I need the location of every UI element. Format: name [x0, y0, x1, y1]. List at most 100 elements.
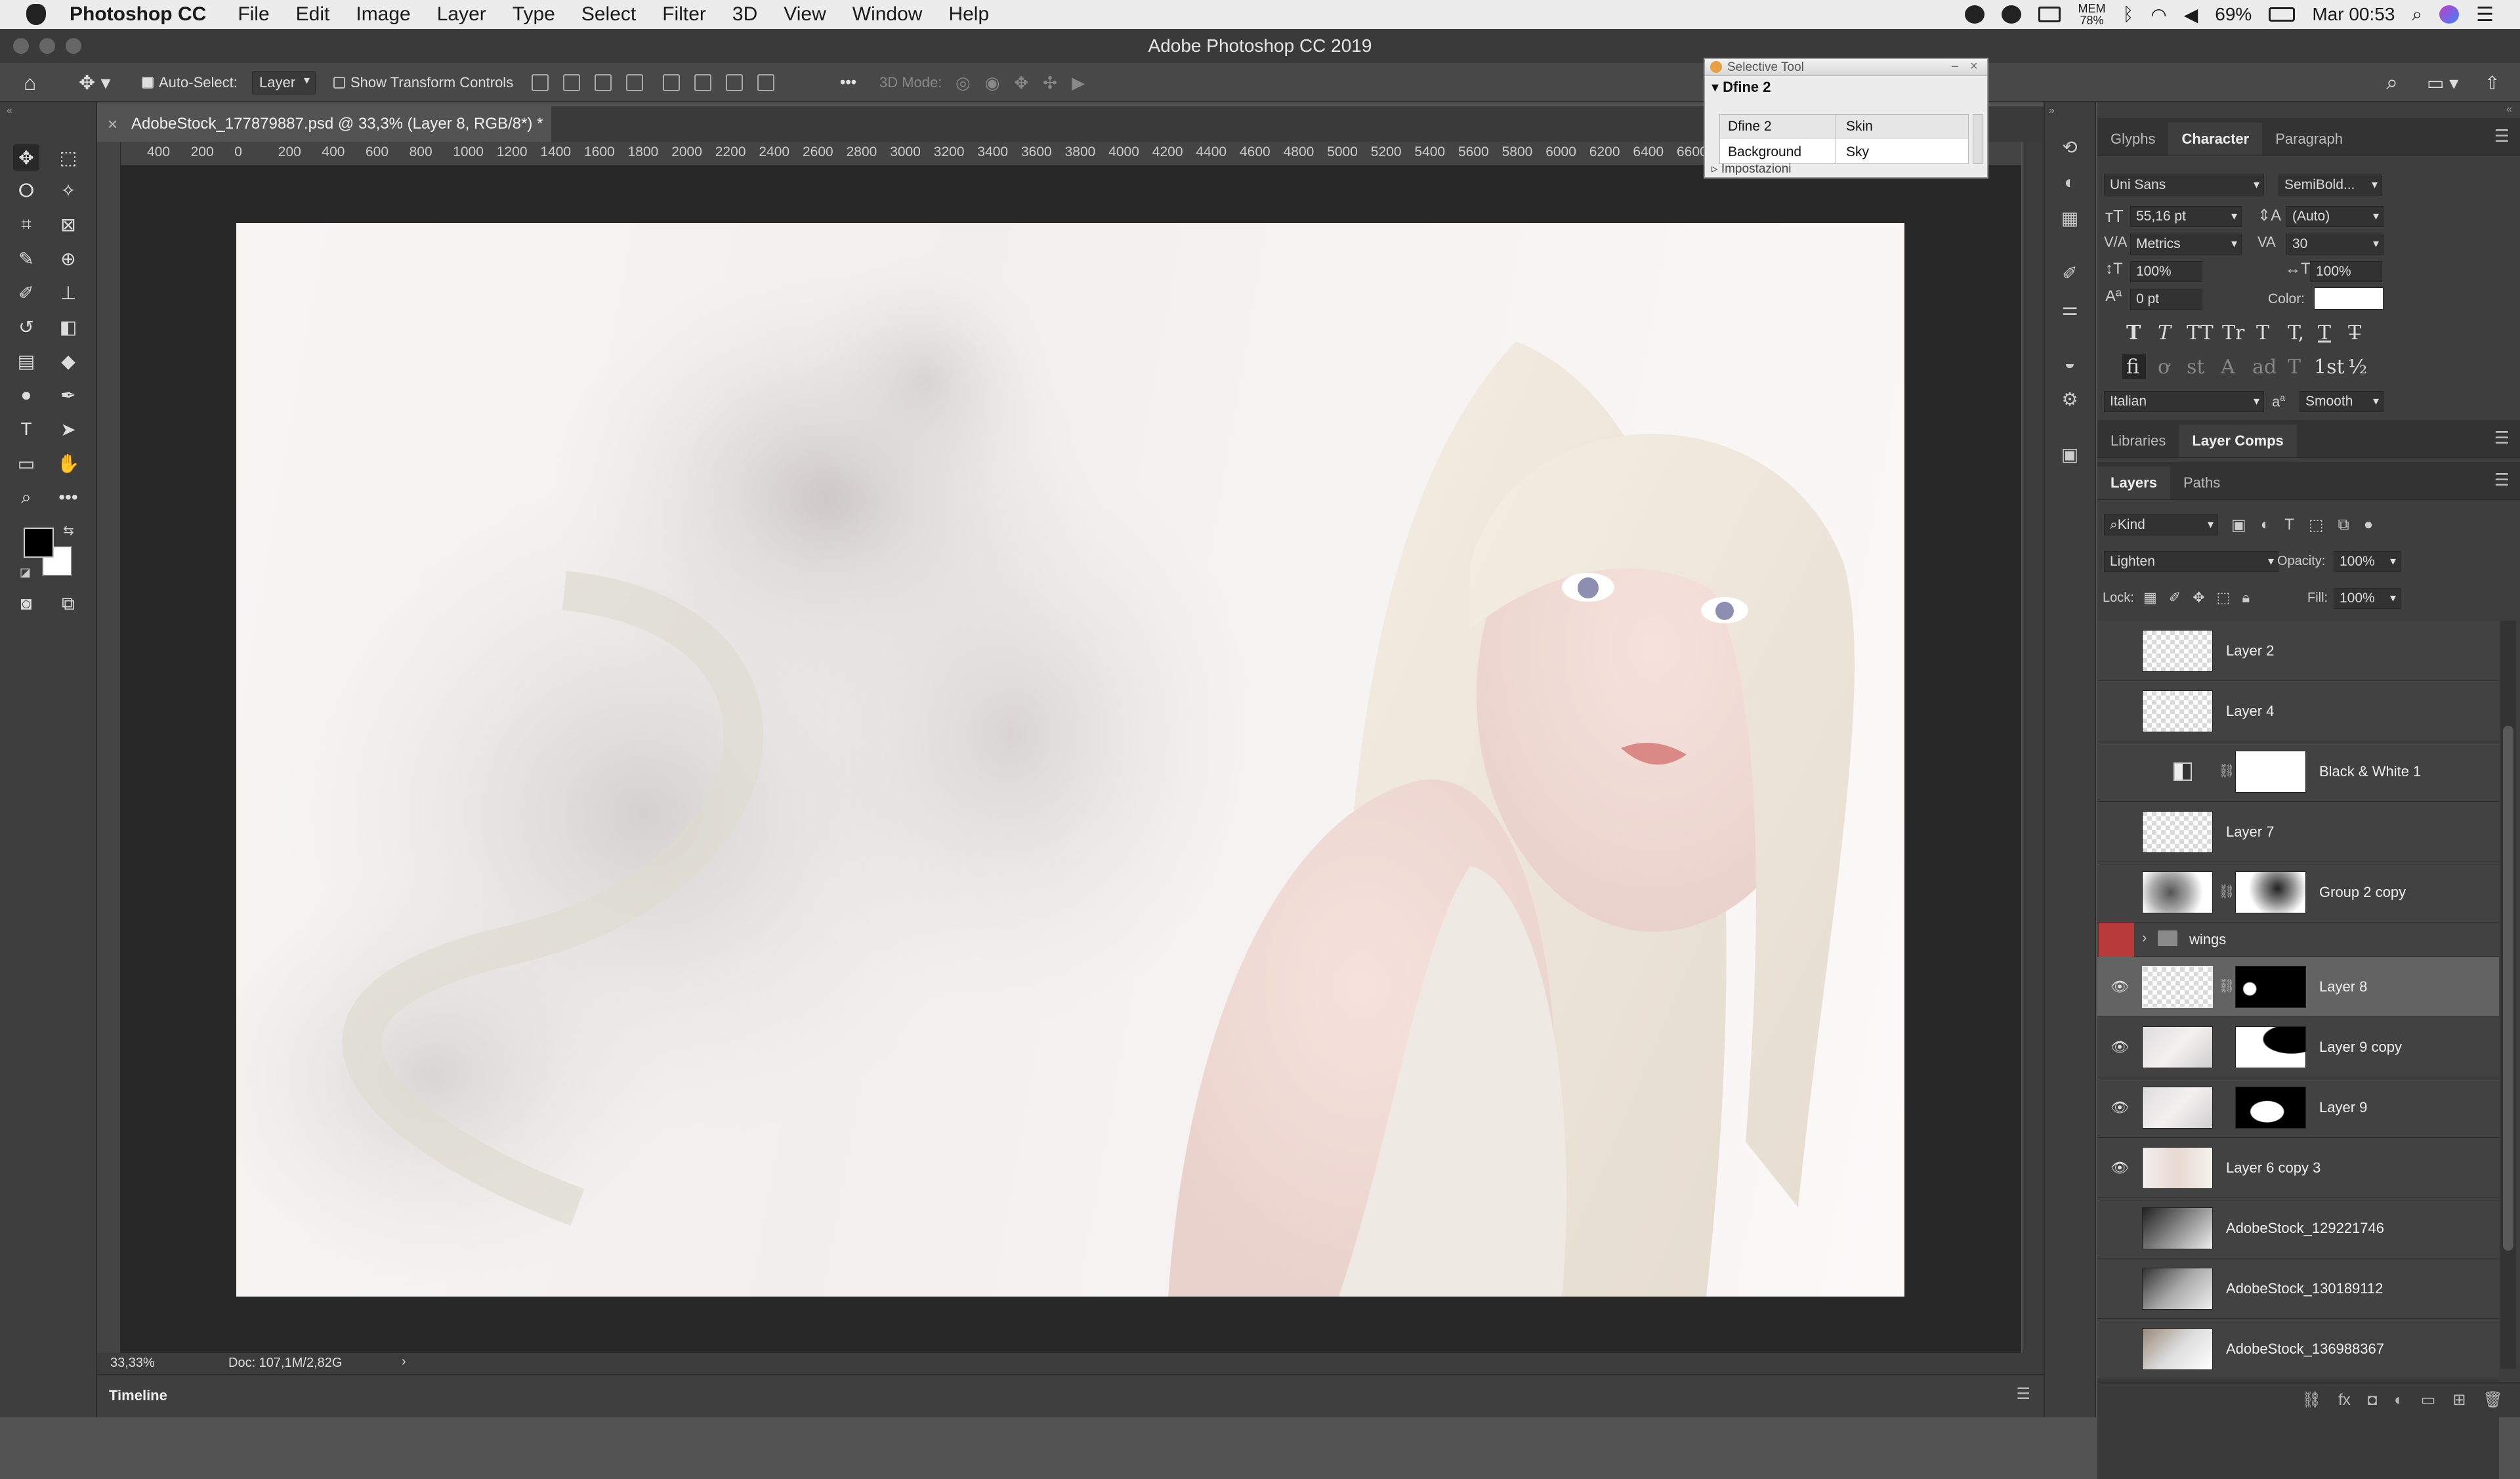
- impostazioni-toggle[interactable]: ▹ Impostazioni: [1712, 161, 1792, 177]
- styles-panel-icon[interactable]: ◒: [2058, 352, 2082, 375]
- screen-mode-icon[interactable]: ⧉: [55, 591, 81, 617]
- faux-bold-button[interactable]: T: [2126, 322, 2141, 344]
- selective-tool-titlebar[interactable]: Selective Tool – ×: [1705, 59, 1987, 76]
- visibility-toggle[interactable]: [2107, 741, 2133, 802]
- visibility-toggle[interactable]: [2107, 802, 2133, 862]
- distribute-icon[interactable]: [626, 74, 643, 91]
- layer-row[interactable]: 👁︎ Layer 9 copy: [2097, 1017, 2499, 1077]
- close-document-icon[interactable]: ×: [108, 114, 117, 135]
- history-brush-tool-icon[interactable]: ↺: [13, 314, 39, 340]
- 3d-orbit-icon[interactable]: ◎: [956, 73, 971, 93]
- 3d-camera-icon[interactable]: ▶: [1072, 73, 1085, 93]
- visibility-toggle[interactable]: 👁︎: [2107, 1017, 2133, 1077]
- plugin-panel-icon[interactable]: ▣: [2058, 442, 2082, 466]
- small-caps-button[interactable]: Tr: [2222, 322, 2244, 344]
- horizontal-scale-field[interactable]: 100%: [2310, 261, 2382, 282]
- font-style-select[interactable]: SemiBold...: [2278, 175, 2382, 196]
- ordinals-button[interactable]: 1st: [2314, 356, 2345, 379]
- lasso-tool-icon[interactable]: ⵔ: [13, 177, 39, 203]
- layer-thumbnail[interactable]: [2142, 1087, 2213, 1129]
- history-panel-icon[interactable]: ⟲: [2058, 135, 2082, 159]
- lock-transparent-icon[interactable]: ▦: [2143, 589, 2157, 606]
- visibility-toggle[interactable]: [2107, 621, 2133, 681]
- bluetooth-icon[interactable]: ᛒ: [2122, 4, 2133, 25]
- creative-cloud-icon[interactable]: [2002, 5, 2022, 24]
- show-transform-check[interactable]: [333, 77, 345, 89]
- dodge-tool-icon[interactable]: ●: [13, 382, 39, 408]
- layer-mask-thumbnail[interactable]: [2235, 871, 2306, 913]
- search-icon[interactable]: ⌕: [2386, 63, 2398, 102]
- layer-thumbnail[interactable]: [2142, 871, 2213, 913]
- brushes-panel-icon[interactable]: ✐: [2058, 261, 2082, 285]
- layer-row[interactable]: Layer 4: [2097, 681, 2499, 741]
- strikethrough-button[interactable]: T̶: [2348, 322, 2361, 344]
- menu-help[interactable]: Help: [948, 3, 989, 26]
- tracking-field[interactable]: 30: [2286, 234, 2384, 255]
- layer-row[interactable]: 👁︎ Layer 6 copy 3: [2097, 1138, 2499, 1198]
- rectangle-tool-icon[interactable]: ▭: [13, 450, 39, 476]
- visibility-toggle[interactable]: [2107, 1319, 2133, 1379]
- siri-icon[interactable]: [2439, 5, 2460, 24]
- layer-thumbnail[interactable]: [2142, 1207, 2213, 1249]
- tab-layer-comps[interactable]: Layer Comps: [2179, 425, 2297, 457]
- old-style-button[interactable]: ơ: [2158, 356, 2170, 379]
- layer-name[interactable]: wings: [2189, 923, 2226, 957]
- group-expand-chevron[interactable]: ›: [2142, 929, 2147, 946]
- visibility-toggle[interactable]: 👁︎: [2107, 1077, 2133, 1138]
- clone-stamp-tool-icon[interactable]: ⊥: [55, 280, 81, 306]
- align-bottom-icon[interactable]: [726, 74, 743, 91]
- layer-name[interactable]: Layer 9: [2319, 1077, 2367, 1138]
- timeline-tab[interactable]: Timeline: [109, 1387, 167, 1404]
- collapse-panels-icon[interactable]: «: [2506, 104, 2512, 115]
- lock-all-icon[interactable]: 🔒︎: [2242, 589, 2250, 606]
- menu-select[interactable]: Select: [581, 3, 636, 26]
- crop-tool-icon[interactable]: ⌗: [13, 211, 39, 238]
- swap-colors-icon[interactable]: ⇆: [63, 522, 74, 539]
- layer-name[interactable]: Layer 9 copy: [2319, 1017, 2402, 1077]
- selective-tool-close[interactable]: ×: [1970, 59, 1978, 74]
- properties-panel-icon[interactable]: ⚙: [2058, 387, 2082, 411]
- quick-mask-icon[interactable]: ◙: [13, 591, 39, 617]
- auto-select-value[interactable]: Layer: [252, 71, 316, 94]
- filter-type-icon[interactable]: T: [2284, 516, 2294, 535]
- layer-name[interactable]: Layer 2: [2226, 621, 2274, 681]
- 3d-roll-icon[interactable]: ◉: [985, 73, 1000, 93]
- edit-toolbar-icon[interactable]: •••: [55, 484, 81, 510]
- underline-button[interactable]: T: [2318, 322, 2331, 344]
- fractions-button[interactable]: ½: [2348, 356, 2367, 379]
- frame-tool-icon[interactable]: ⊠: [55, 211, 81, 238]
- faux-italic-button[interactable]: T: [2158, 322, 2171, 344]
- filter-toggle-icon[interactable]: ●: [2364, 516, 2374, 535]
- swash-button[interactable]: A: [2221, 356, 2235, 379]
- ligatures-button[interactable]: fi: [2126, 356, 2139, 379]
- layer-row[interactable]: ⛓ Group 2 copy: [2097, 862, 2499, 923]
- layer-thumbnail[interactable]: [2142, 1328, 2213, 1370]
- visibility-toggle[interactable]: [2107, 862, 2133, 923]
- layers-scroll-thumb[interactable]: [2503, 726, 2513, 1251]
- align-left-icon[interactable]: [532, 74, 549, 91]
- blur-tool-icon[interactable]: ◆: [55, 348, 81, 374]
- eraser-tool-icon[interactable]: ◧: [55, 314, 81, 340]
- document-image[interactable]: [236, 223, 1904, 1297]
- filter-adjustment-icon[interactable]: ◐: [2261, 516, 2271, 535]
- layer-mask-thumbnail[interactable]: [2235, 966, 2306, 1008]
- fill-field[interactable]: 100%: [2334, 588, 2401, 609]
- layer-row[interactable]: AdobeStock_130189112: [2097, 1259, 2499, 1319]
- font-size-field[interactable]: 55,16 pt: [2130, 206, 2242, 227]
- layer-name[interactable]: Layer 6 copy 3: [2226, 1138, 2320, 1198]
- distribute-vertical-icon[interactable]: [757, 74, 774, 91]
- font-family-select[interactable]: Uni Sans: [2104, 175, 2264, 196]
- vertical-ruler[interactable]: [97, 142, 121, 1356]
- new-group-icon[interactable]: ▭: [2421, 1390, 2436, 1409]
- window-zoom-button[interactable]: [66, 38, 81, 54]
- layer-thumbnail[interactable]: [2142, 1268, 2213, 1310]
- 3d-slide-icon[interactable]: ✣: [1043, 73, 1057, 93]
- layers-scrollbar[interactable]: [2500, 621, 2516, 1369]
- tab-character[interactable]: Character: [2168, 123, 2263, 156]
- subscript-button[interactable]: T,: [2288, 322, 2304, 344]
- menu-edit[interactable]: Edit: [296, 3, 330, 26]
- canvas-vertical-scrollbar[interactable]: [2023, 142, 2044, 1353]
- delete-layer-icon[interactable]: 🗑︎: [2483, 1390, 2503, 1409]
- gradient-tool-icon[interactable]: ▤: [13, 348, 39, 374]
- adjustment-layer-icon[interactable]: [2174, 762, 2192, 781]
